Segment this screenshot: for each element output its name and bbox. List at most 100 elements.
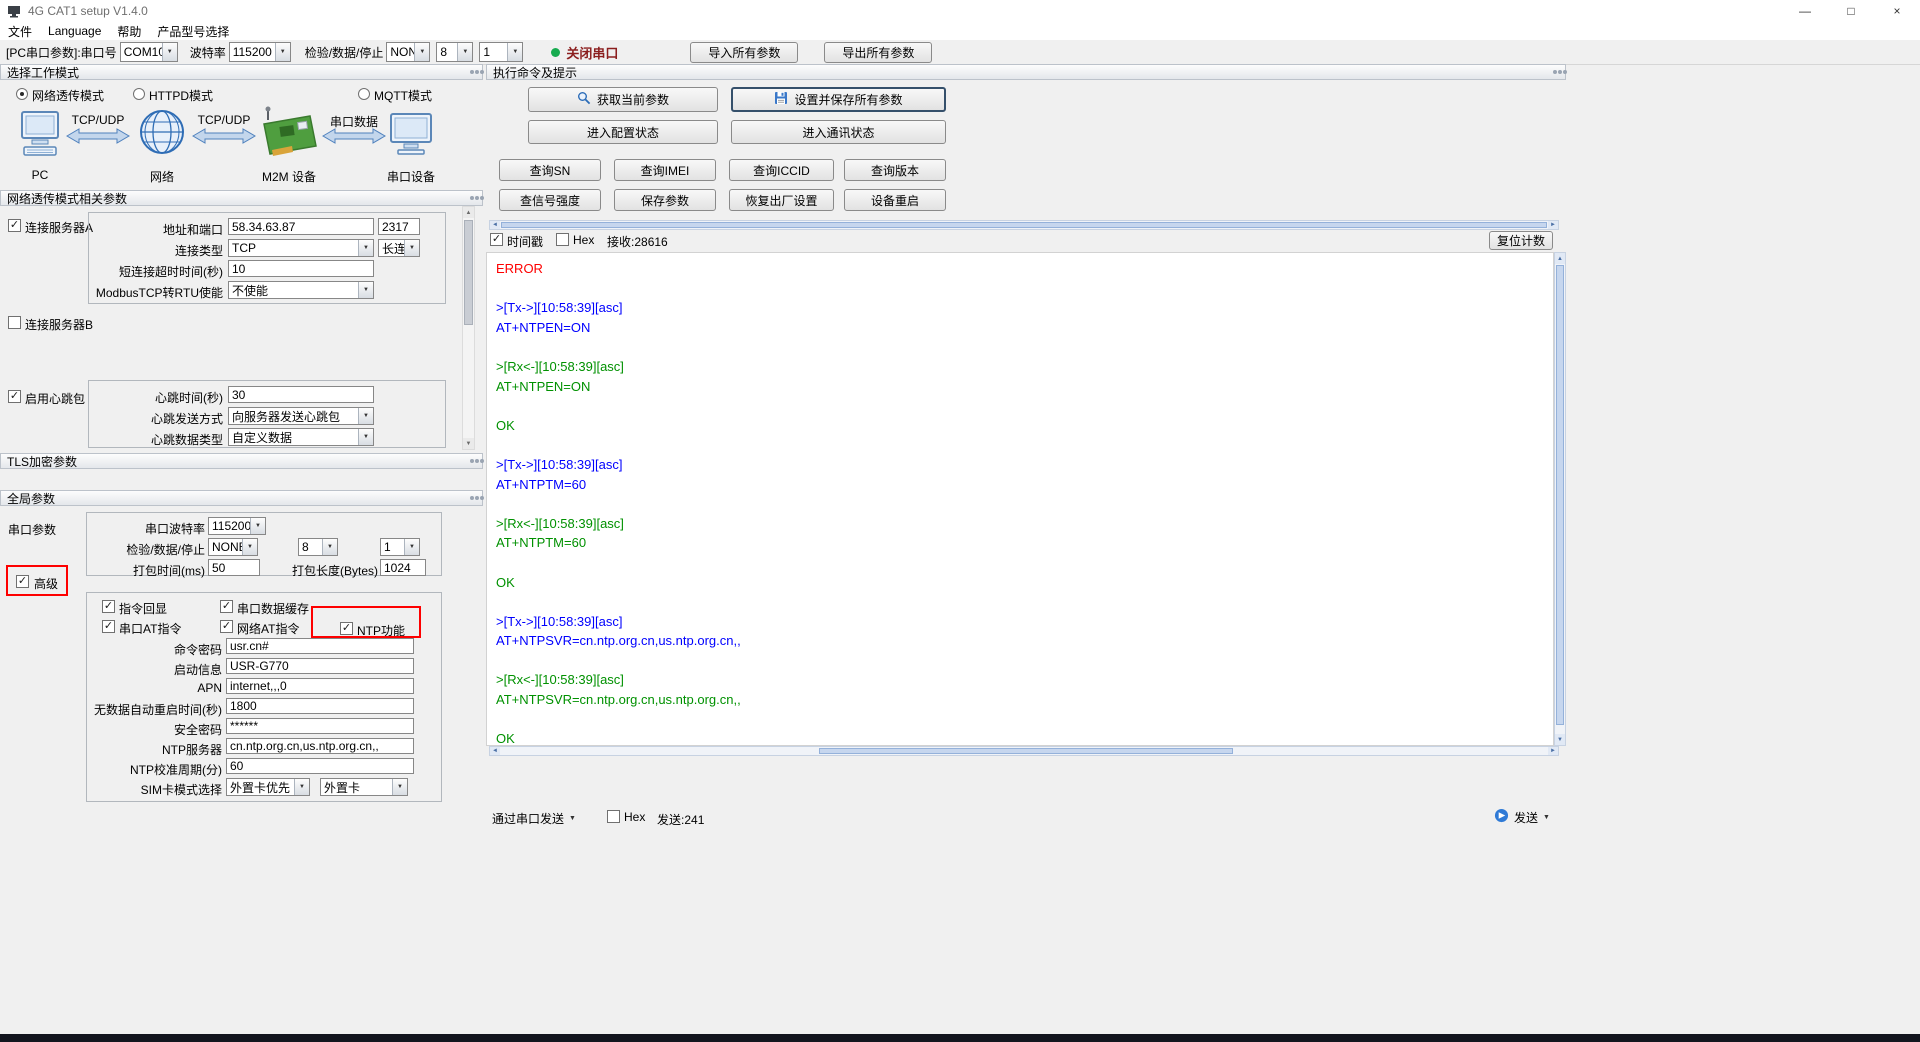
collapse-grip-icon [1553,70,1557,74]
heartbeat-data-select[interactable]: 自定义数据 ▼ [228,428,374,446]
query-iccid-button[interactable]: 查询ICCID [729,159,834,181]
scroll-left-icon[interactable]: ◄ [490,221,500,229]
stopbits-select[interactable]: 1 ▼ [479,42,524,62]
advanced-checkbox[interactable] [16,575,29,588]
scroll-down-icon[interactable]: ▼ [1555,734,1565,745]
menu-file[interactable]: 文件 [0,22,40,40]
boot-info-input[interactable] [226,658,414,674]
log-line: >[Tx->][10:58:39][asc] [496,613,623,629]
pack-time-input[interactable] [208,559,260,576]
conn-keepalive-select[interactable]: 长连接▼ [378,239,420,257]
factory-reset-button[interactable]: 恢复出厂设置 [729,189,834,211]
log-hex-checkbox[interactable] [556,233,569,246]
menu-language[interactable]: Language [40,22,109,40]
scrollbar-thumb[interactable] [501,222,1547,228]
short-conn-timeout-input[interactable] [228,260,374,277]
maximize-button[interactable]: □ [1828,0,1874,22]
menu-help[interactable]: 帮助 [109,22,149,40]
net-params-groupbar[interactable]: 网络透传模式相关参数 [0,190,483,206]
send-hex-checkbox[interactable] [607,810,620,823]
security-password-input[interactable] [226,718,414,734]
scrollbar-thumb[interactable] [819,748,1233,754]
export-params-button[interactable]: 导出所有参数 [824,41,933,63]
apn-input[interactable] [226,678,414,694]
serial-at-checkbox[interactable] [102,620,115,633]
cmd-password-input[interactable] [226,638,414,654]
query-signal-button[interactable]: 查信号强度 [499,189,601,211]
log-vertical-scrollbar[interactable]: ▲ ▼ [1554,252,1566,746]
radio-httpd-mode[interactable] [133,88,145,100]
server-a-port-input[interactable] [378,218,420,235]
scroll-up-icon[interactable]: ▲ [1555,253,1565,264]
menu-product-model[interactable]: 产品型号选择 [149,22,237,40]
scrollbar-thumb[interactable] [1556,265,1564,725]
get-params-button[interactable]: 获取当前参数 [528,87,718,112]
device-restart-button[interactable]: 设备重启 [844,189,946,211]
import-params-button[interactable]: 导入所有参数 [690,41,799,63]
log-output[interactable]: ERROR >[Tx->][10:58:39][asc] AT+NTPEN=ON … [486,252,1554,746]
radio-mqtt-mode[interactable] [358,88,370,100]
serial-parity-select[interactable]: NONE▼ [208,538,258,556]
modbus-select[interactable]: 不使能 ▼ [228,281,374,299]
close-serial-port-button[interactable]: 关闭串口 [566,43,618,62]
serial-cache-checkbox[interactable] [220,600,233,613]
scroll-right-icon[interactable]: ► [1548,221,1558,229]
enter-comm-button[interactable]: 进入通讯状态 [731,120,946,144]
net-at-checkbox[interactable] [220,620,233,633]
sim-card-select[interactable]: 外置卡 ▼ [320,778,408,796]
log-top-scrollbar[interactable]: ◄ ► [489,220,1559,230]
scroll-down-icon[interactable]: ▼ [463,438,474,449]
serial-at-label: 串口AT指令 [119,622,182,636]
command-groupbar[interactable]: 执行命令及提示 [486,64,1566,80]
cmd-echo-checkbox[interactable] [102,600,115,613]
databits-select[interactable]: 8 ▼ [436,42,474,62]
serial-stopbits-select[interactable]: 1 ▼ [380,538,420,556]
set-save-params-button[interactable]: 设置并保存所有参数 [731,87,946,112]
sim-mode-select[interactable]: 外置卡优先 ▼ [226,778,310,796]
enter-config-button[interactable]: 进入配置状态 [528,120,718,144]
conn-type-select[interactable]: TCP ▼ [228,239,374,257]
baud-rate-select[interactable]: 115200 ▼ [228,42,291,62]
send-via-serial-dropdown[interactable]: 通过串口发送 ▼ [492,809,576,827]
radio-net-passthrough-mode[interactable] [16,88,28,100]
heartbeat-time-input[interactable] [228,386,374,403]
log-line: >[Rx<-][10:58:39][asc] [496,672,624,688]
ntp-period-input[interactable] [226,758,414,774]
log-line: >[Tx->][10:58:39][asc] [496,300,623,316]
tls-groupbar[interactable]: TLS加密参数 [0,453,483,469]
server-a-checkbox[interactable] [8,219,21,232]
minimize-button[interactable]: — [1782,0,1828,22]
left-panel-scrollbar[interactable]: ▲ ▼ [462,206,475,450]
timestamp-checkbox[interactable] [490,233,503,246]
close-button[interactable]: × [1874,0,1920,22]
save-params-button[interactable]: 保存参数 [614,189,716,211]
no-data-restart-input[interactable] [226,698,414,714]
log-bottom-scrollbar[interactable]: ◄ ► [489,746,1559,756]
scrollbar-thumb[interactable] [464,220,473,325]
ntp-checkbox[interactable] [340,622,353,635]
scroll-right-icon[interactable]: ► [1548,747,1558,755]
send-button[interactable]: 发送 ▼ [1494,808,1550,826]
serial-baud-select[interactable]: 115200 ▼ [208,517,266,535]
scroll-up-icon[interactable]: ▲ [463,207,474,218]
heartbeat-mode-select[interactable]: 向服务器发送心跳包 ▼ [228,407,374,425]
pack-length-input[interactable] [380,559,426,576]
parity-select[interactable]: NONE▼ [386,42,431,62]
work-mode-groupbar[interactable]: 选择工作模式 [0,64,483,80]
scroll-left-icon[interactable]: ◄ [490,747,500,755]
com-port-select[interactable]: COM10 ▼ [119,42,178,62]
query-sn-button[interactable]: 查询SN [499,159,601,181]
ntp-server-input[interactable] [226,738,414,754]
reset-count-button[interactable]: 复位计数 [1489,231,1553,250]
query-imei-button[interactable]: 查询IMEI [614,159,716,181]
global-params-groupbar[interactable]: 全局参数 [0,490,483,506]
server-a-address-input[interactable] [228,218,374,235]
serial-databits-select[interactable]: 8 ▼ [298,538,338,556]
query-version-button[interactable]: 查询版本 [844,159,946,181]
chevron-down-icon: ▼ [404,539,419,555]
heartbeat-checkbox[interactable] [8,390,21,403]
server-b-checkbox[interactable] [8,316,21,329]
